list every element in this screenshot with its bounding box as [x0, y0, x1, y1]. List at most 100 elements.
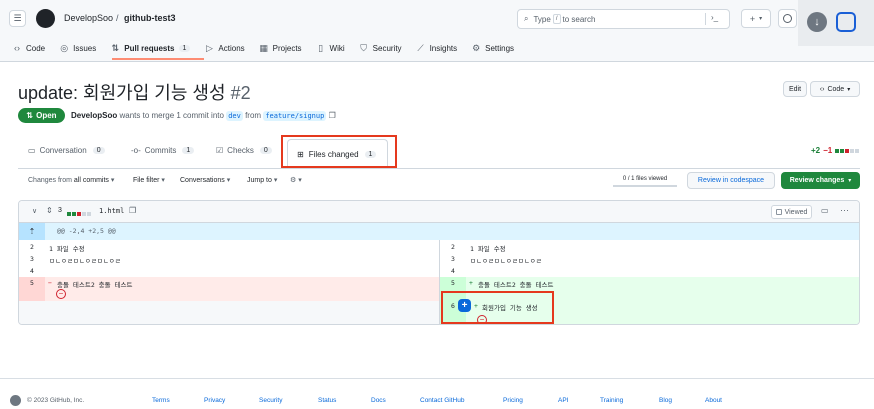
diffstat-block-del: [845, 148, 850, 153]
file-diff: ∨ ⇕ 3 1.html ❐ Viewed ▭ ··· ⇡ @@ -2,4 +2…: [18, 200, 860, 325]
nav-wiki[interactable]: ▯ Wiki: [316, 41, 345, 55]
footer-link-privacy[interactable]: Privacy: [204, 397, 225, 404]
changes-from-dropdown[interactable]: Changes from all commits ▾: [28, 176, 114, 184]
diffstat-block-del: [77, 212, 81, 216]
footer-link-training[interactable]: Training: [600, 397, 623, 404]
nav-code[interactable]: ‹› Code: [12, 41, 45, 55]
changes-from-value: all commits: [73, 177, 109, 184]
tab-conversation[interactable]: ▭ Conversation 0: [28, 146, 105, 155]
command-palette-icon[interactable]: ›_: [711, 13, 718, 22]
github-footer-logo-icon[interactable]: [10, 395, 21, 406]
screenshot-overlay-thumbnail[interactable]: ↓: [798, 0, 874, 46]
tab-files-changed[interactable]: ⊞ Files changed 1: [287, 139, 388, 168]
edit-title-button[interactable]: Edit: [783, 81, 807, 97]
add-comment-button[interactable]: +: [458, 299, 471, 312]
nav-settings[interactable]: ⚙ Settings: [471, 41, 514, 55]
footer-link-blog[interactable]: Blog: [659, 397, 672, 404]
lens-icon[interactable]: [836, 12, 856, 32]
nav-active-indicator: [112, 58, 204, 60]
diffstat-block-add: [835, 148, 840, 153]
remove-icon[interactable]: −: [477, 315, 487, 324]
nav-projects[interactable]: ▦ Projects: [259, 41, 301, 55]
expand-icon[interactable]: ⇕: [46, 206, 53, 215]
nav-security[interactable]: ⛉ Security: [359, 41, 401, 55]
jump-to-dropdown[interactable]: Jump to ▾: [247, 176, 277, 184]
gear-icon: ⚙: [472, 42, 481, 53]
menu-button[interactable]: ☰: [9, 10, 26, 27]
line-number[interactable]: 5: [440, 277, 466, 290]
breadcrumb-owner[interactable]: DevelopSoo: [64, 13, 113, 23]
footer-link-docs[interactable]: Docs: [371, 397, 386, 404]
code-dropdown-button[interactable]: ‹› Code ▾: [810, 81, 860, 97]
footer-link-status[interactable]: Status: [318, 397, 336, 404]
nav-pull-requests[interactable]: ⇅ Pull requests 1: [110, 41, 191, 55]
comment-icon: ▭: [28, 146, 36, 155]
line-number[interactable]: 4: [19, 267, 45, 275]
conversations-dropdown[interactable]: Conversations ▾: [180, 176, 230, 184]
nav-actions[interactable]: ▷ Actions: [204, 41, 245, 55]
line-number[interactable]: 2: [19, 243, 45, 251]
file-filter-dropdown[interactable]: File filter ▾: [133, 176, 165, 184]
play-icon: ▷: [205, 42, 213, 53]
base-branch[interactable]: dev: [226, 111, 243, 121]
diffstat-block-neutral: [850, 148, 855, 153]
more-options-icon[interactable]: ···: [840, 205, 849, 215]
tabs-divider: [18, 168, 860, 169]
footer-divider: [0, 378, 874, 379]
viewed-checkbox[interactable]: Viewed: [771, 205, 812, 219]
tab-files-changed-label: Files changed: [308, 149, 359, 159]
pull-request-icon: ⇅: [26, 111, 34, 120]
tab-commits[interactable]: -o- Commits 1: [131, 146, 195, 155]
footer-link-security[interactable]: Security: [259, 397, 282, 404]
code-icon: ‹›: [14, 43, 20, 53]
pr-author-link[interactable]: DevelopSoo: [71, 111, 117, 120]
footer-link-about[interactable]: About: [705, 397, 722, 404]
search-icon: ⌕: [524, 14, 529, 23]
repo-nav: ‹› Code ◎ Issues ⇅ Pull requests 1 ▷ Act…: [12, 41, 528, 55]
search-divider: [705, 13, 706, 25]
head-branch[interactable]: feature/signup: [263, 111, 327, 121]
status-badge: ⇅ Open: [18, 108, 65, 123]
tab-checks[interactable]: ☑ Checks 0: [216, 146, 272, 155]
chevron-down-icon: ▾: [759, 16, 763, 22]
tab-commits-count: 1: [182, 147, 195, 154]
copy-icon[interactable]: ❐: [329, 111, 336, 120]
download-icon[interactable]: ↓: [807, 12, 827, 32]
footer-link-terms[interactable]: Terms: [152, 397, 170, 404]
create-new-button[interactable]: + ▾: [741, 9, 771, 28]
diff-settings-button[interactable]: ⚙ ▾: [290, 176, 302, 184]
footer-link-api[interactable]: API: [558, 397, 568, 404]
issues-button[interactable]: [778, 9, 797, 28]
nav-issues[interactable]: ◎ Issues: [59, 41, 96, 55]
line-number[interactable]: 4: [440, 267, 466, 275]
line-number[interactable]: 3: [440, 255, 466, 263]
diffstat-removed: −1: [823, 146, 833, 155]
remove-icon[interactable]: −: [56, 289, 66, 299]
diff-row-added: 5 + 충돌 테스트2 충돌 테스트: [440, 277, 859, 290]
review-changes-button[interactable]: Review changes ▾: [781, 172, 860, 189]
breadcrumb-separator: /: [116, 13, 119, 23]
search-input[interactable]: ⌕ Type / to search ›_: [517, 9, 730, 29]
expand-up-icon[interactable]: ⇡: [19, 223, 45, 240]
file-header: ∨ ⇕ 3 1.html ❐ Viewed ▭ ···: [19, 201, 859, 223]
review-in-codespace-button[interactable]: Review in codespace: [687, 172, 775, 189]
status-badge-label: Open: [36, 111, 57, 120]
comment-icon[interactable]: ▭: [821, 206, 829, 215]
files-viewed-counter: 0 / 1 files viewed: [622, 175, 668, 182]
footer-link-contact[interactable]: Contact GitHub: [420, 397, 464, 404]
edit-label: Edit: [788, 85, 802, 93]
github-logo-icon[interactable]: [36, 9, 55, 28]
line-number[interactable]: 5: [19, 277, 45, 301]
review-changes-label: Review changes: [789, 177, 845, 184]
breadcrumb-repo[interactable]: github-test3: [124, 13, 176, 23]
line-number[interactable]: 3: [19, 255, 45, 263]
line-number[interactable]: 2: [440, 243, 466, 251]
footer-link-pricing[interactable]: Pricing: [503, 397, 523, 404]
nav-issues-label: Issues: [73, 43, 97, 53]
chevron-down-icon: ▾: [847, 86, 851, 93]
tab-checks-label: Checks: [227, 146, 254, 155]
nav-insights[interactable]: ⟋ Insights: [416, 41, 457, 55]
chevron-down-icon[interactable]: ∨: [32, 207, 37, 215]
copy-icon[interactable]: ❐: [129, 206, 136, 215]
file-name[interactable]: 1.html: [99, 207, 124, 215]
